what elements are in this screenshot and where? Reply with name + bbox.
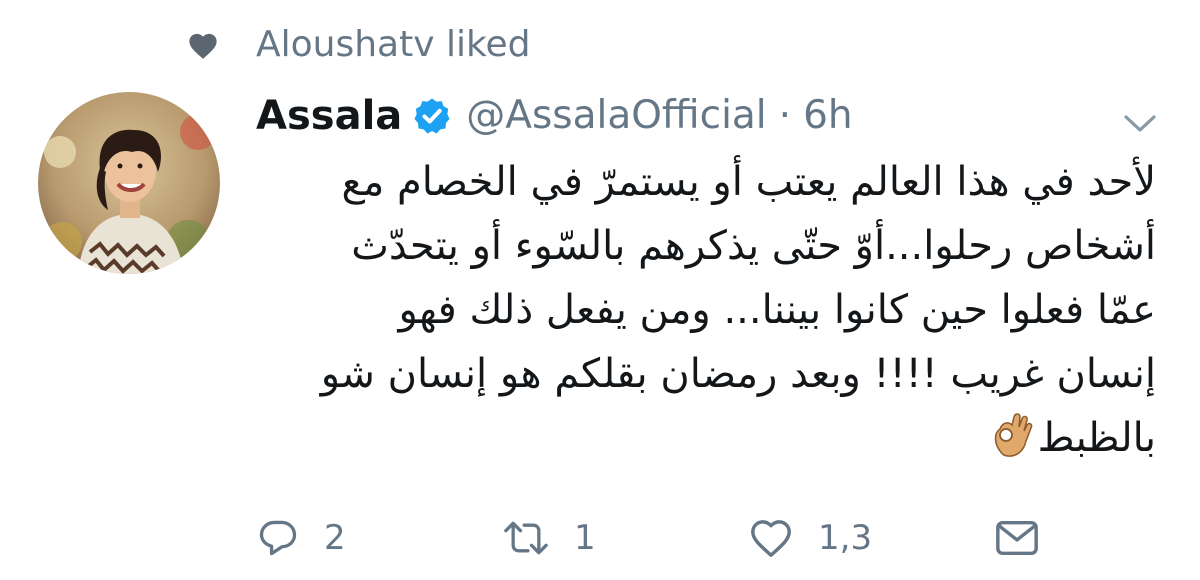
tweet-text: لأحد في هذا العالم يعتب أو يستمرّ في الخ… — [256, 150, 1156, 470]
chevron-down-icon[interactable] — [1122, 110, 1158, 136]
tweet-text-line: أشخاص رحلوا...أوّ حتّى يذكرهم بالسّوء أو… — [351, 223, 1156, 269]
heart-icon — [186, 30, 220, 60]
like-count: 1,3 — [818, 518, 873, 558]
reply-count: 2 — [324, 518, 346, 558]
tweet-text-line: لأحد في هذا العالم يعتب أو يستمرّ في الخ… — [341, 159, 1156, 205]
direct-message-button[interactable] — [994, 508, 1040, 568]
tweet-text-line: إنسان غريب !!!! وبعد رمضان بقلكم هو إنسا… — [320, 351, 1156, 397]
tweet-card[interactable]: Aloushatv liked Assala @AssalaOfficial ·… — [0, 0, 1200, 580]
author-handle[interactable]: @AssalaOfficial — [466, 90, 766, 142]
tweet-header: Assala @AssalaOfficial · 6h — [256, 88, 853, 144]
retweet-icon — [504, 521, 548, 555]
tweet-text-line: بالظبط — [1037, 415, 1156, 461]
tweet-actions: 2 1 1,3 — [256, 508, 1056, 568]
tweet-text-last-line: بالظبط — [256, 406, 1156, 470]
reply-icon — [259, 520, 297, 556]
retweet-button[interactable]: 1 — [502, 508, 596, 568]
retweet-count: 1 — [574, 518, 596, 558]
author-display-name[interactable]: Assala — [256, 90, 402, 142]
tweet-text-line: عمّا فعلوا حين كانوا بيننا... ومن يفعل ذ… — [398, 287, 1156, 333]
ok-hand-emoji — [990, 411, 1034, 459]
reply-button[interactable]: 2 — [256, 508, 346, 568]
verified-badge-icon — [412, 96, 452, 136]
social-context: Aloushatv liked — [186, 22, 531, 68]
header-separator: · — [778, 93, 792, 138]
avatar[interactable] — [38, 92, 220, 274]
envelope-icon — [996, 520, 1038, 556]
like-button[interactable]: 1,3 — [748, 508, 874, 568]
heart-outline-icon — [751, 520, 791, 557]
tweet-timestamp[interactable]: 6h — [803, 90, 853, 142]
liked-by-text[interactable]: Aloushatv liked — [256, 24, 531, 66]
